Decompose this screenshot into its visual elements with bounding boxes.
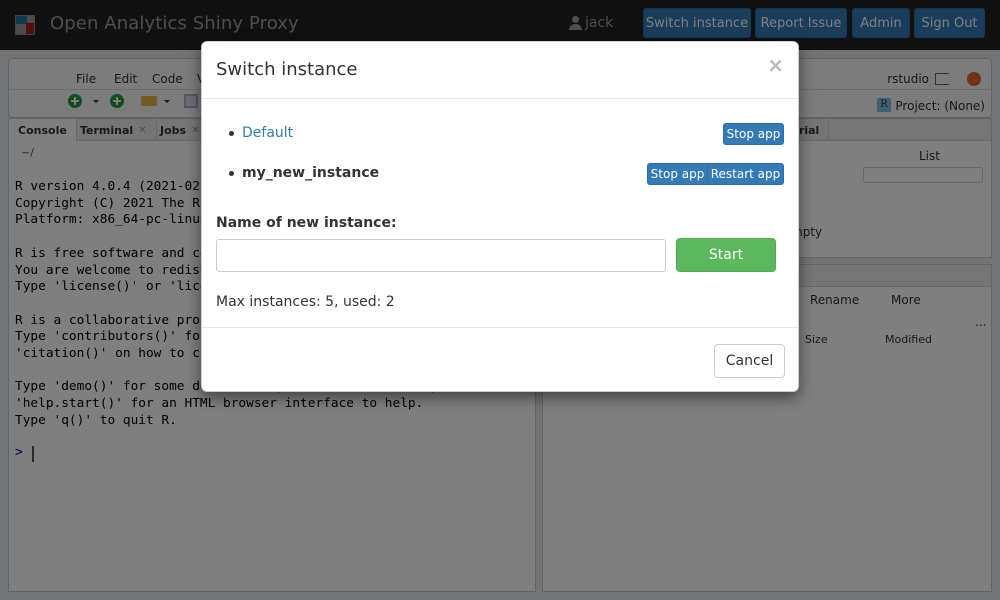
close-icon[interactable]: × bbox=[767, 55, 784, 75]
modal-title: Switch instance bbox=[216, 59, 358, 80]
cancel-button[interactable]: Cancel bbox=[714, 344, 785, 378]
new-instance-name-input[interactable] bbox=[216, 239, 666, 272]
bullet-icon bbox=[229, 170, 234, 176]
new-instance-label: Name of new instance: bbox=[216, 215, 397, 231]
modal-footer-divider bbox=[202, 327, 798, 328]
stop-app-current-button[interactable]: Stop app bbox=[647, 163, 708, 185]
stop-app-default-button[interactable]: Stop app bbox=[723, 123, 784, 145]
modal-header: Switch instance × bbox=[202, 42, 798, 99]
max-instances-info: Max instances: 5, used: 2 bbox=[216, 294, 395, 310]
instance-default-link[interactable]: Default bbox=[229, 125, 293, 141]
start-button[interactable]: Start bbox=[676, 238, 776, 272]
bullet-icon bbox=[229, 130, 234, 136]
switch-instance-modal: Switch instance × Default Stop app my_ne… bbox=[201, 41, 799, 392]
instance-current-label: my_new_instance bbox=[229, 165, 379, 181]
restart-app-button[interactable]: Restart app bbox=[707, 163, 784, 185]
